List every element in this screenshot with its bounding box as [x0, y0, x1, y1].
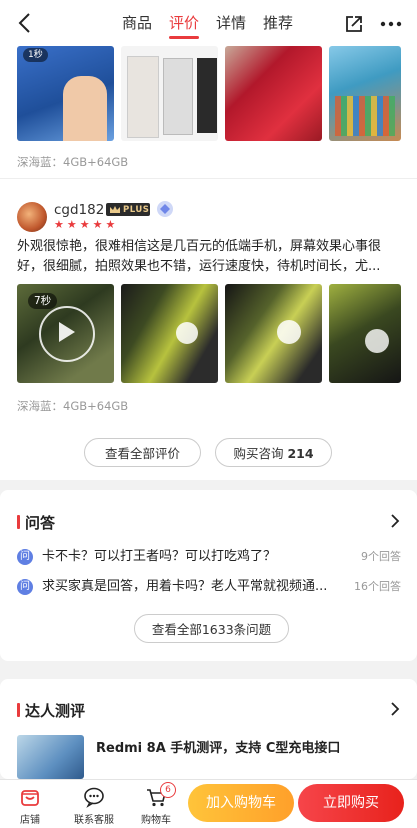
expert-article-title[interactable]: Redmi 8A 手机测评，支持 C型充电接口	[96, 737, 340, 756]
tab-reviews[interactable]: 评价	[169, 0, 200, 46]
star-icon: ★	[79, 218, 90, 231]
expert-article-thumbnail[interactable]	[17, 735, 84, 779]
video-duration-badge: 7秒	[28, 293, 58, 309]
add-to-cart-button[interactable]: 加入购物车	[188, 784, 294, 822]
buy-now-button[interactable]: 立即购买	[298, 784, 404, 822]
shop-icon	[21, 790, 39, 806]
chevron-right-icon[interactable]	[390, 702, 400, 716]
qa-question: 求买家真是回答，用着卡吗？老人平常就视频通...	[42, 579, 328, 594]
qa-answer-count: 9个回答	[361, 550, 401, 563]
star-icon: ★	[54, 218, 64, 231]
member-level-icon	[157, 201, 173, 217]
more-options-icon[interactable]	[379, 14, 403, 34]
star-icon: ★	[92, 218, 103, 231]
qa-section-title: 问答	[17, 512, 55, 533]
shop-button[interactable]: 店铺	[6, 780, 54, 828]
tab-details[interactable]: 详情	[216, 0, 246, 46]
tab-recommend[interactable]: 推荐	[263, 0, 293, 46]
tab-bar: 商品 评价 详情 推荐	[122, 0, 293, 46]
customer-service-button[interactable]: 联系客服	[70, 780, 118, 828]
review-photo[interactable]	[329, 284, 401, 383]
review-text[interactable]: 外观很惊艳，很难相信这是几百元的低端手机，屏幕效果心事很好，很细腻，拍照效果也不…	[17, 237, 401, 277]
qa-question: 卡不卡？可以打王者吗？可以打吃鸡了？	[42, 549, 277, 564]
star-icon: ★	[66, 218, 77, 231]
hand-shape	[63, 76, 107, 141]
divider	[0, 178, 417, 179]
qa-answer-count: 16个回答	[354, 580, 401, 593]
question-icon: 问	[17, 549, 33, 565]
chevron-right-icon[interactable]	[390, 514, 400, 528]
spec-text: 深海蓝：4GB+64GB	[17, 399, 129, 413]
share-icon[interactable]	[344, 14, 364, 34]
review-photo[interactable]	[121, 284, 218, 383]
back-arrow-icon[interactable]	[14, 12, 36, 34]
qa-item[interactable]: 问 求买家真是回答，用着卡吗？老人平常就视频通... 16个回答	[17, 577, 401, 597]
review-photo[interactable]	[225, 284, 322, 383]
spec-text: 深海蓝：4GB+64GB	[17, 155, 129, 169]
view-all-reviews-button[interactable]: 查看全部评价	[84, 438, 201, 467]
plus-badge: PLUS	[106, 203, 150, 216]
star-icon: ★	[105, 218, 116, 231]
expert-section-title: 达人测评	[17, 700, 85, 721]
question-icon: 问	[17, 579, 33, 595]
username: cgd182	[54, 202, 105, 218]
review-photo[interactable]	[329, 46, 401, 141]
review-photo[interactable]	[225, 46, 322, 141]
top-nav-bar: 商品 评价 详情 推荐	[0, 0, 417, 46]
review-photo[interactable]: 1秒	[17, 46, 114, 141]
video-duration-badge: 1秒	[23, 48, 48, 62]
qa-item[interactable]: 问 卡不卡？可以打王者吗？可以打吃鸡了？ 9个回答	[17, 547, 401, 567]
crown-icon	[110, 206, 120, 213]
star-rating: ★ ★ ★ ★ ★	[54, 219, 115, 230]
chat-icon	[84, 787, 104, 808]
view-all-questions-button[interactable]: 查看全部1633条问题	[134, 614, 289, 643]
cart-button[interactable]: 6 购物车	[132, 780, 180, 828]
cart-count-badge: 6	[160, 782, 176, 798]
review-photo[interactable]	[121, 46, 218, 141]
avatar[interactable]	[17, 202, 47, 232]
tab-product[interactable]: 商品	[122, 0, 152, 46]
purchase-consult-button[interactable]: 购买咨询 214	[215, 438, 332, 467]
